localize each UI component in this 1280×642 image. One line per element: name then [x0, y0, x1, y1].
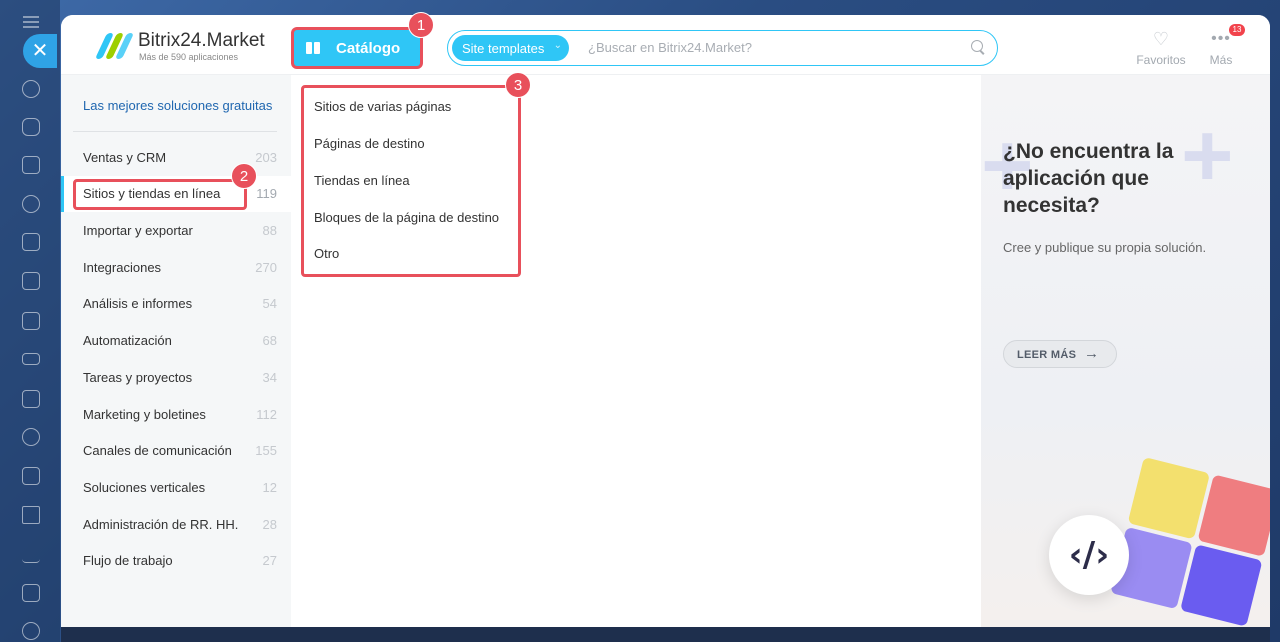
promo-title: ¿No encuentra la aplicación que necesita… — [1003, 140, 1174, 217]
puzzle-illustration-icon — [1103, 456, 1270, 627]
heart-icon: ♡ — [1152, 29, 1170, 49]
background-strip — [61, 627, 1270, 642]
category-sidebar: Las mejores soluciones gratuitas Ventas … — [61, 75, 291, 627]
favorites-label: Favoritos — [1136, 53, 1186, 67]
subcategory-item[interactable]: Páginas de destino — [314, 136, 425, 151]
calendar-icon[interactable] — [22, 233, 40, 251]
brand-title: Bitrix24.Market — [138, 30, 265, 51]
step-badge-3: 3 — [505, 72, 531, 98]
feed-icon[interactable] — [22, 156, 40, 174]
catalog-label: Catálogo — [336, 40, 401, 57]
category-item[interactable]: Soluciones verticales 12 — [61, 470, 291, 506]
mail-icon[interactable] — [22, 390, 40, 408]
contacts-icon[interactable] — [22, 428, 40, 446]
best-free-solutions-link[interactable]: Las mejores soluciones gratuitas — [83, 98, 283, 113]
menu-icon[interactable] — [23, 16, 39, 28]
category-item[interactable]: Tareas y proyectos 34 — [61, 360, 291, 396]
category-item[interactable]: Integraciones 270 — [61, 250, 291, 286]
category-item-active[interactable]: Sitios y tiendas en línea 119 — [61, 176, 291, 212]
brand-subtitle: Más de 590 aplicaciones — [139, 52, 239, 62]
more-button[interactable]: ••• 13 Más — [1201, 24, 1245, 67]
search-filter-tag[interactable]: Site templates ⌄ — [452, 35, 569, 61]
category-item[interactable]: Automatización 68 — [61, 323, 291, 359]
category-item[interactable]: Ventas y CRM 203 — [61, 140, 291, 176]
favorites-button[interactable]: ♡ Favoritos — [1131, 29, 1191, 67]
left-rail: ✕ — [0, 0, 60, 642]
filter-icon[interactable] — [22, 506, 40, 524]
step-badge-1: 1 — [408, 12, 434, 38]
market-header: Bitrix24.Market Más de 590 aplicaciones … — [61, 15, 1270, 75]
documents-icon[interactable] — [22, 272, 40, 290]
category-item[interactable]: Administración de RR. HH. 28 — [61, 507, 291, 543]
create-app-promo: + + ¿No encuentra la aplicación que nece… — [981, 75, 1270, 627]
schedule-icon[interactable] — [22, 584, 40, 602]
close-icon[interactable]: ✕ — [23, 34, 57, 68]
more-label: Más — [1209, 53, 1233, 67]
search-input[interactable]: ¿Buscar en Bitrix24.Market? — [588, 40, 752, 55]
bitrix-market-logo-icon — [94, 33, 135, 59]
search-icon[interactable] — [971, 40, 985, 54]
chevron-down-icon: ⌄ — [553, 40, 562, 51]
search-tag-label: Site templates — [462, 41, 545, 56]
subcategory-item[interactable]: Bloques de la página de destino — [314, 210, 499, 225]
book-icon — [306, 42, 320, 54]
market-slider-panel: Bitrix24.Market Más de 590 aplicaciones … — [61, 15, 1270, 627]
promo-description: Cree y publique su propia solución. — [1003, 240, 1207, 255]
sites-icon[interactable] — [22, 195, 40, 213]
subcategory-item[interactable]: Tiendas en línea — [314, 173, 410, 188]
arrow-right-icon: → — [1084, 345, 1099, 362]
drive-icon[interactable] — [22, 353, 40, 365]
subcategory-item[interactable]: Sitios de varias páginas — [314, 99, 451, 114]
subcategory-menu: Sitios de varias páginas Páginas de dest… — [301, 85, 521, 277]
code-brackets-icon: ‹/› — [1049, 515, 1129, 595]
cart-icon[interactable] — [22, 545, 40, 563]
step-badge-2: 2 — [231, 163, 257, 189]
category-item[interactable]: Canales de comunicación 155 — [61, 433, 291, 469]
catalog-button[interactable]: Catálogo — [294, 30, 420, 66]
category-item[interactable]: Importar y exportar 88 — [61, 213, 291, 249]
search-field[interactable]: Site templates ⌄ ¿Buscar en Bitrix24.Mar… — [447, 30, 998, 66]
subcategory-item[interactable]: Otro — [314, 246, 339, 261]
chat-icon[interactable] — [22, 118, 40, 136]
settings-gear-icon[interactable] — [22, 622, 40, 640]
category-item[interactable]: Análisis e informes 54 — [61, 286, 291, 322]
activity-icon[interactable] — [22, 80, 40, 98]
board-icon[interactable] — [22, 312, 40, 330]
divider — [73, 131, 277, 132]
tasks-icon[interactable] — [22, 467, 40, 485]
category-item[interactable]: Flujo de trabajo 27 — [61, 543, 291, 579]
read-more-button[interactable]: LEER MÁS → — [1003, 340, 1117, 368]
notification-counter: 13 — [1229, 24, 1245, 36]
category-item[interactable]: Marketing y boletines 112 — [61, 397, 291, 433]
